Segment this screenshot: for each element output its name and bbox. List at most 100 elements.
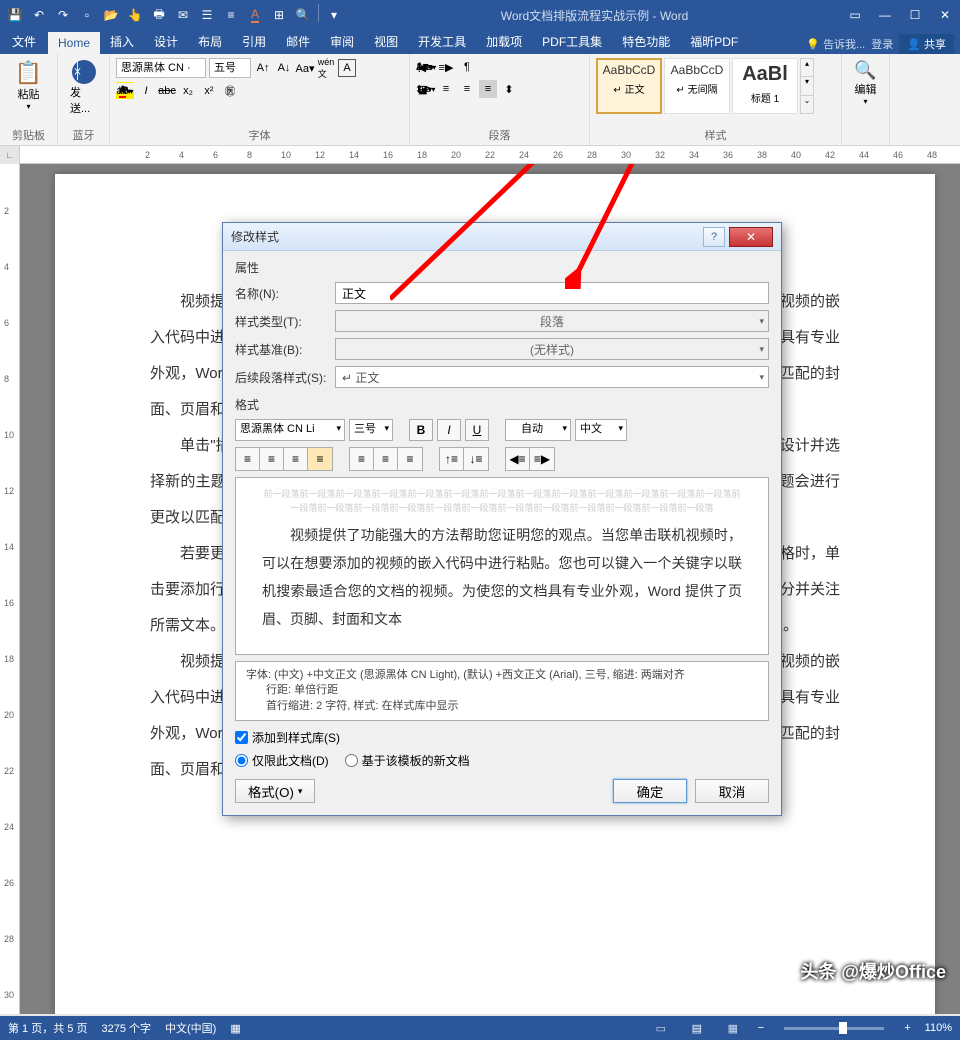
add-to-gallery-checkbox[interactable]: 添加到样式库(S) (235, 729, 769, 746)
print-icon[interactable]: 🖶 (148, 4, 170, 26)
shrink-font-icon[interactable]: A↓ (275, 59, 293, 77)
bold-btn[interactable]: B (409, 419, 433, 441)
font-color-icon[interactable]: A (244, 4, 266, 26)
tab-design[interactable]: 设计 (144, 29, 188, 54)
only-this-doc-radio[interactable]: 仅限此文档(D) (235, 752, 329, 769)
redo-icon[interactable]: ↷ (52, 4, 74, 26)
tell-me[interactable]: 💡 告诉我... (806, 36, 865, 52)
bullets-icon[interactable]: ≡ (220, 4, 242, 26)
edit-button[interactable]: 🔍编辑▾ (848, 58, 883, 108)
enclose-icon[interactable]: ㊩ (221, 82, 239, 100)
1-5-space-btn[interactable]: ≡ (374, 448, 398, 470)
tab-mailings[interactable]: 邮件 (276, 29, 320, 54)
color-select[interactable]: 自动 (505, 419, 571, 441)
tab-features[interactable]: 特色功能 (612, 29, 680, 54)
lang-select[interactable]: 中文 (575, 419, 627, 441)
justify-btn[interactable]: ≡ (308, 448, 332, 470)
superscript-button[interactable]: x² (200, 82, 218, 100)
ribbon-options-icon[interactable]: ▭ (840, 0, 870, 30)
show-marks-icon[interactable]: ¶ (458, 58, 476, 76)
ruler-corner[interactable]: ∟ (0, 146, 20, 164)
decrease-indent-icon[interactable]: ◀≡ (416, 58, 434, 76)
login-link[interactable]: 登录 (871, 36, 893, 52)
tab-layout[interactable]: 布局 (188, 29, 232, 54)
align-center-btn[interactable]: ≡ (260, 448, 284, 470)
page-status[interactable]: 第 1 页，共 5 页 (8, 1020, 87, 1036)
single-space-btn[interactable]: ≡ (350, 448, 374, 470)
next-select[interactable]: ↵ 正文 (335, 366, 769, 388)
zoom-icon[interactable]: 🔍 (292, 4, 314, 26)
open-icon[interactable]: 📂 (100, 4, 122, 26)
distribute-icon[interactable]: ⬍ (500, 80, 518, 98)
style-normal[interactable]: AaBbCcD ↵ 正文 (596, 58, 662, 114)
tab-insert[interactable]: 插入 (100, 29, 144, 54)
close-icon[interactable]: ✕ (930, 0, 960, 30)
tab-references[interactable]: 引用 (232, 29, 276, 54)
share-button[interactable]: 👤 共享 (899, 34, 954, 54)
zoom-level[interactable]: 110% (925, 1022, 952, 1034)
double-space-btn[interactable]: ≡ (398, 448, 422, 470)
template-radio[interactable]: 基于该模板的新文档 (345, 752, 470, 769)
zoom-in-icon[interactable]: + (904, 1022, 910, 1034)
calc-icon[interactable]: ⊞ (268, 4, 290, 26)
italic-button[interactable]: I (137, 82, 155, 100)
font-select[interactable]: 思源黑体 CN Li (235, 419, 345, 441)
underline-btn[interactable]: U (465, 419, 489, 441)
gallery-up-icon[interactable]: ▴ (801, 59, 813, 77)
zoom-out-icon[interactable]: − (758, 1022, 764, 1034)
language-status[interactable]: 中文(中国) (165, 1020, 216, 1036)
tab-addins[interactable]: 加载项 (476, 29, 532, 54)
tab-review[interactable]: 审阅 (320, 29, 364, 54)
ok-button[interactable]: 确定 (613, 779, 687, 803)
dialog-close-button[interactable]: ✕ (729, 227, 773, 247)
format-dropdown-button[interactable]: 格式(O) (235, 779, 315, 803)
read-mode-icon[interactable]: ▭ (650, 1019, 672, 1037)
space-before-dec-btn[interactable]: ↓≡ (464, 448, 488, 470)
font-family-select[interactable]: 思源黑体 CN · (116, 58, 206, 78)
indent-inc-btn[interactable]: ≡▶ (530, 448, 554, 470)
bold-button[interactable]: B (116, 82, 134, 100)
undo-icon[interactable]: ↶ (28, 4, 50, 26)
tab-foxit[interactable]: 福昕PDF (680, 29, 748, 54)
strike-button[interactable]: abc (158, 82, 176, 100)
tab-home[interactable]: Home (48, 32, 100, 54)
touch-icon[interactable]: 👆 (124, 4, 146, 26)
email-icon[interactable]: ✉ (172, 4, 194, 26)
new-icon[interactable]: ▫ (76, 4, 98, 26)
vertical-ruler[interactable]: 24681012141618202224262830 (0, 164, 20, 1014)
gallery-more-icon[interactable]: ⌄ (801, 96, 813, 113)
tab-developer[interactable]: 开发工具 (408, 29, 476, 54)
style-heading1[interactable]: AaBl 标题 1 (732, 58, 798, 114)
increase-indent-icon[interactable]: ≡▶ (437, 58, 455, 76)
name-input[interactable] (335, 282, 769, 304)
web-layout-icon[interactable]: ▦ (722, 1019, 744, 1037)
align-center-icon[interactable]: ≡ (437, 80, 455, 98)
dialog-titlebar[interactable]: 修改样式 ? ✕ (223, 223, 781, 251)
size-select[interactable]: 三号 (349, 419, 393, 441)
indent-dec-btn[interactable]: ◀≡ (506, 448, 530, 470)
zoom-slider[interactable] (784, 1027, 884, 1030)
space-before-inc-btn[interactable]: ↑≡ (440, 448, 464, 470)
word-count[interactable]: 3275 个字 (101, 1020, 151, 1036)
gallery-down-icon[interactable]: ▾ (801, 77, 813, 95)
subscript-button[interactable]: x₂ (179, 82, 197, 100)
bluetooth-button[interactable]: ᚼ发送... (64, 58, 103, 118)
macro-icon[interactable]: ▦ (230, 1022, 240, 1035)
horizontal-ruler[interactable]: ∟ 24681012141618202224262830323436384042… (0, 146, 960, 164)
phonetic-icon[interactable]: wén文 (317, 59, 335, 77)
change-case-icon[interactable]: Aa▾ (296, 59, 314, 77)
align-right-icon[interactable]: ≡ (458, 80, 476, 98)
align-right-btn[interactable]: ≡ (284, 448, 308, 470)
align-left-icon[interactable]: ≡ (416, 80, 434, 98)
list-icon[interactable]: ☰ (196, 4, 218, 26)
qat-more-icon[interactable]: ▾ (323, 4, 345, 26)
minimize-icon[interactable]: — (870, 0, 900, 30)
paste-button[interactable]: 📋粘贴▾ (6, 58, 51, 113)
cancel-button[interactable]: 取消 (695, 779, 769, 803)
tab-file[interactable]: 文件 (0, 29, 48, 54)
save-icon[interactable]: 💾 (4, 4, 26, 26)
maximize-icon[interactable]: ☐ (900, 0, 930, 30)
gallery-scroll[interactable]: ▴ ▾ ⌄ (800, 58, 814, 114)
grow-font-icon[interactable]: A↑ (254, 59, 272, 77)
tab-pdf[interactable]: PDF工具集 (532, 29, 612, 54)
